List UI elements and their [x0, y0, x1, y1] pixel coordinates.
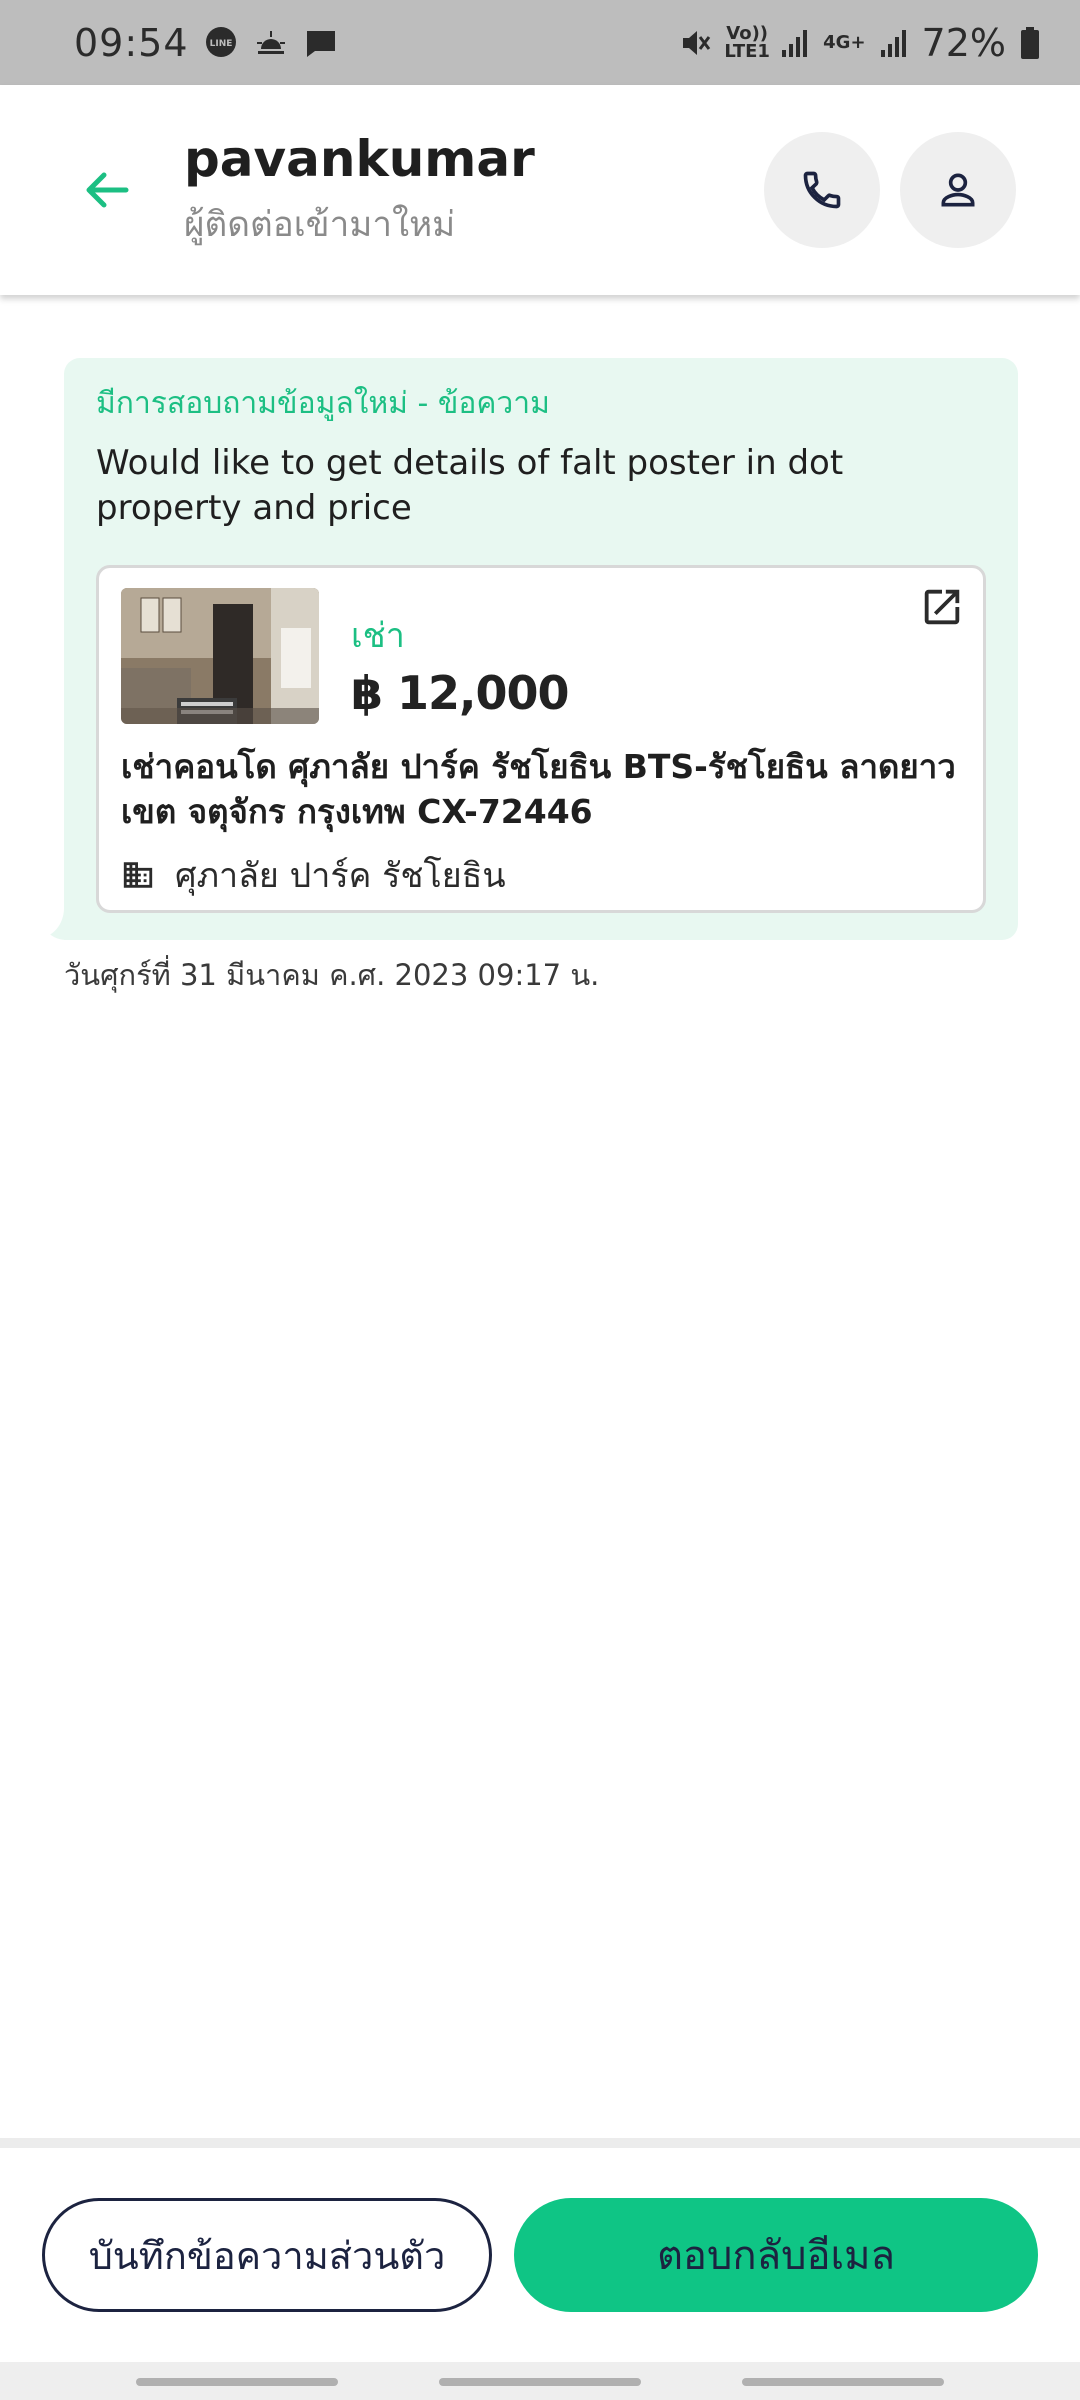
- sim1-network-label: Vo)) LTE1: [724, 22, 770, 62]
- contact-info: pavankumar ผู้ติดต่อเข้ามาใหม่: [184, 129, 764, 252]
- message-bubble: มีการสอบถามข้อมูลใหม่ - ข้อความ Would li…: [64, 358, 1018, 940]
- reply-email-button[interactable]: ตอบกลับอีเมล: [514, 2198, 1038, 2312]
- person-icon: [941, 173, 975, 207]
- conversation-header: pavankumar ผู้ติดต่อเข้ามาใหม่: [0, 85, 1080, 295]
- status-left: 09:54 LINE: [74, 21, 339, 65]
- mute-icon: [677, 25, 713, 61]
- price-block: เช่า ฿ 12,000: [351, 608, 570, 720]
- weather-sunrise-icon: [253, 25, 289, 61]
- private-note-button[interactable]: บันทึกข้อความส่วนตัว: [42, 2198, 492, 2312]
- listing-price: ฿ 12,000: [351, 666, 570, 720]
- bubble-tail: [34, 904, 66, 940]
- status-time: 09:54: [74, 20, 189, 65]
- bottom-divider: [0, 2138, 1080, 2148]
- status-right: Vo)) LTE1 4G+ 72%: [677, 21, 1040, 65]
- signal-sim2-icon: [880, 28, 908, 58]
- nav-recents-indicator[interactable]: [136, 2378, 338, 2386]
- screen: 09:54 LINE Vo)) LTE1 4G+ 72% pavankumar …: [0, 0, 1080, 2400]
- sim2-network-label: 4G+: [823, 31, 866, 53]
- arrow-left-icon: [86, 172, 129, 208]
- system-nav-bar: [0, 2362, 1080, 2400]
- profile-button[interactable]: [900, 132, 1016, 248]
- listing-title: เช่าคอนโด ศุภาลัย ปาร์ค รัชโยธิน BTS-รัช…: [121, 747, 956, 831]
- signal-sim1-icon: [781, 28, 809, 58]
- building-name: ศุภาลัย ปาร์ค รัชโยธิน: [175, 856, 506, 896]
- message-notification-icon: [303, 25, 339, 61]
- message-timestamp: วันศุกร์ที่ 31 มีนาคม ค.ศ. 2023 09:17 น.: [64, 958, 600, 992]
- building-icon: [123, 862, 153, 888]
- contact-name: pavankumar: [184, 129, 535, 188]
- battery-percent: 72%: [921, 20, 1006, 65]
- message-text: Would like to get details of falt poster…: [96, 443, 844, 528]
- bottom-actions: บันทึกข้อความส่วนตัว ตอบกลับอีเมล: [0, 2148, 1080, 2362]
- listing-type: เช่า: [351, 616, 405, 656]
- nav-back-indicator[interactable]: [742, 2378, 944, 2386]
- contact-status: ผู้ติดต่อเข้ามาใหม่: [184, 204, 456, 245]
- call-button[interactable]: [764, 132, 880, 248]
- building-row: ศุภาลัย ปาร์ค รัชโยธิน: [121, 848, 506, 902]
- status-bar: 09:54 LINE Vo)) LTE1 4G+ 72%: [0, 0, 1080, 85]
- nav-home-indicator[interactable]: [439, 2378, 641, 2386]
- inquiry-label: มีการสอบถามข้อมูลใหม่ - ข้อความ: [96, 386, 550, 421]
- listing-thumbnail[interactable]: [121, 588, 319, 724]
- back-button[interactable]: [78, 162, 134, 218]
- battery-icon: [1020, 26, 1040, 60]
- open-external-icon[interactable]: [919, 584, 965, 630]
- line-app-icon: LINE: [203, 25, 239, 61]
- svg-text:LINE: LINE: [209, 39, 232, 49]
- phone-icon: [803, 171, 841, 209]
- listing-card[interactable]: เช่า ฿ 12,000 เช่าคอนโด ศุภาลัย ปาร์ค รั…: [96, 565, 986, 913]
